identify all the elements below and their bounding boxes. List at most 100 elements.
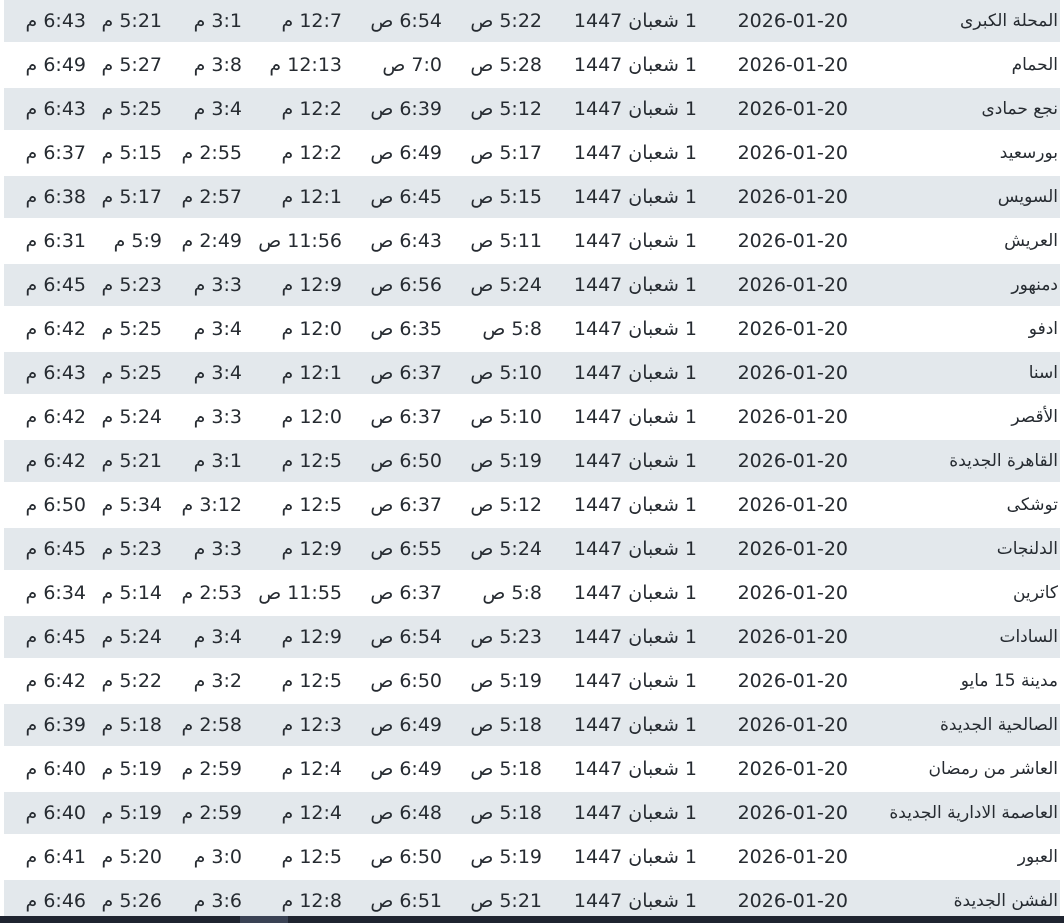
horizontal-scrollbar[interactable] xyxy=(0,916,1064,923)
fajr-time-cell: 5:17 ص xyxy=(470,142,542,164)
gregorian-date-cell: 2026-01-20 xyxy=(737,142,848,164)
city-name-cell[interactable]: الأقصر xyxy=(1011,396,1058,438)
isha-time-cell: 6:45 م xyxy=(25,538,86,560)
maghrib-time-cell: 5:23 م xyxy=(101,274,162,296)
city-name-cell[interactable]: اسنا xyxy=(1029,352,1058,394)
city-name-cell[interactable]: القاهرة الجديدة xyxy=(949,440,1058,482)
fajr-time-cell: 5:19 ص xyxy=(470,846,542,868)
isha-time-cell: 6:42 م xyxy=(25,318,86,340)
city-name-cell[interactable]: السادات xyxy=(999,616,1058,658)
city-name-cell[interactable]: توشكى xyxy=(1007,484,1058,526)
sunrise-time-cell: 6:45 ص xyxy=(370,186,442,208)
maghrib-time-cell: 5:24 م xyxy=(101,406,162,428)
dhuhr-time-cell: 12:1 م xyxy=(281,186,342,208)
dhuhr-time-cell: 12:0 م xyxy=(281,318,342,340)
maghrib-time-cell: 5:22 م xyxy=(101,670,162,692)
dhuhr-time-cell: 11:56 ص xyxy=(258,230,342,252)
city-name-cell[interactable]: الحمام xyxy=(1012,44,1058,86)
asr-time-cell: 3:3 م xyxy=(193,406,242,428)
hijri-date-cell: 1 شعبان 1447 xyxy=(573,626,697,648)
isha-time-cell: 6:49 م xyxy=(25,54,86,76)
hijri-date-cell: 1 شعبان 1447 xyxy=(573,318,697,340)
city-name-cell[interactable]: الصالحية الجديدة xyxy=(940,704,1058,746)
table-row: المحلة الكبرى 2026-01-20 1 شعبان 1447 5:22 … xyxy=(4,0,1060,42)
dhuhr-time-cell: 12:5 م xyxy=(281,494,342,516)
gregorian-date-cell: 2026-01-20 xyxy=(737,626,848,648)
gregorian-date-cell: 2026-01-20 xyxy=(737,274,848,296)
table-row: الدلنجات 2026-01-20 1 شعبان 1447 5:24 ص 6:55… xyxy=(4,528,1060,570)
city-name-cell[interactable]: بورسعيد xyxy=(1000,132,1058,174)
table-row: مدينة 15 مايو 2026-01-20 1 شعبان 1447 5:19 … xyxy=(4,660,1060,702)
gregorian-date-cell: 2026-01-20 xyxy=(737,362,848,384)
hijri-date-cell: 1 شعبان 1447 xyxy=(573,98,697,120)
gregorian-date-cell: 2026-01-20 xyxy=(737,538,848,560)
prayer-times-table: المحلة الكبرى 2026-01-20 1 شعبان 1447 5:22 … xyxy=(0,0,1064,923)
gregorian-date-cell: 2026-01-20 xyxy=(737,54,848,76)
asr-time-cell: 3:4 م xyxy=(193,98,242,120)
asr-time-cell: 3:3 م xyxy=(193,538,242,560)
dhuhr-time-cell: 12:2 م xyxy=(281,142,342,164)
maghrib-time-cell: 5:9 م xyxy=(113,230,162,252)
gregorian-date-cell: 2026-01-20 xyxy=(737,494,848,516)
fajr-time-cell: 5:10 ص xyxy=(470,362,542,384)
table-row: العاصمة الادارية الجديدة 2026-01-20 1 شعبا… xyxy=(4,792,1060,834)
maghrib-time-cell: 5:19 م xyxy=(101,758,162,780)
asr-time-cell: 3:4 م xyxy=(193,626,242,648)
city-name-cell[interactable]: نجع حمادى xyxy=(981,88,1058,130)
hijri-date-cell: 1 شعبان 1447 xyxy=(573,802,697,824)
city-name-cell[interactable]: المحلة الكبرى xyxy=(960,0,1058,42)
table-row: العبور 2026-01-20 1 شعبان 1447 5:19 ص 6:50 ص… xyxy=(4,836,1060,878)
sunrise-time-cell: 6:49 ص xyxy=(370,758,442,780)
isha-time-cell: 6:42 م xyxy=(25,406,86,428)
isha-time-cell: 6:40 م xyxy=(25,758,86,780)
table-row: توشكى 2026-01-20 1 شعبان 1447 5:12 ص 6:37 ص 1… xyxy=(4,484,1060,526)
gregorian-date-cell: 2026-01-20 xyxy=(737,10,848,32)
city-name-cell[interactable]: الدلنجات xyxy=(997,528,1058,570)
gregorian-date-cell: 2026-01-20 xyxy=(737,406,848,428)
hijri-date-cell: 1 شعبان 1447 xyxy=(573,846,697,868)
gregorian-date-cell: 2026-01-20 xyxy=(737,802,848,824)
city-name-cell[interactable]: ادفو xyxy=(1029,308,1058,350)
maghrib-time-cell: 5:14 م xyxy=(101,582,162,604)
maghrib-time-cell: 5:25 م xyxy=(101,98,162,120)
city-name-cell[interactable]: العبور xyxy=(1018,836,1058,878)
fajr-time-cell: 5:15 ص xyxy=(470,186,542,208)
hijri-date-cell: 1 شعبان 1447 xyxy=(573,10,697,32)
fajr-time-cell: 5:8 ص xyxy=(482,582,542,604)
table-row: كاترين 2026-01-20 1 شعبان 1447 5:8 ص 6:37 ص 1… xyxy=(4,572,1060,614)
asr-time-cell: 3:4 م xyxy=(193,362,242,384)
sunrise-time-cell: 6:48 ص xyxy=(370,802,442,824)
city-name-cell[interactable]: مدينة 15 مايو xyxy=(961,660,1058,702)
isha-time-cell: 6:34 م xyxy=(25,582,86,604)
maghrib-time-cell: 5:27 م xyxy=(101,54,162,76)
fajr-time-cell: 5:22 ص xyxy=(470,10,542,32)
city-name-cell[interactable]: دمنهور xyxy=(1011,264,1058,306)
maghrib-time-cell: 5:24 م xyxy=(101,626,162,648)
sunrise-time-cell: 6:37 ص xyxy=(370,406,442,428)
hijri-date-cell: 1 شعبان 1447 xyxy=(573,142,697,164)
scrollbar-thumb[interactable] xyxy=(240,916,288,923)
hijri-date-cell: 1 شعبان 1447 xyxy=(573,230,697,252)
isha-time-cell: 6:31 م xyxy=(25,230,86,252)
sunrise-time-cell: 6:49 ص xyxy=(370,142,442,164)
fajr-time-cell: 5:24 ص xyxy=(470,274,542,296)
dhuhr-time-cell: 11:55 ص xyxy=(258,582,342,604)
sunrise-time-cell: 6:54 ص xyxy=(370,10,442,32)
fajr-time-cell: 5:18 ص xyxy=(470,714,542,736)
sunrise-time-cell: 6:35 ص xyxy=(370,318,442,340)
table-row: السادات 2026-01-20 1 شعبان 1447 5:23 ص 6:54 … xyxy=(4,616,1060,658)
gregorian-date-cell: 2026-01-20 xyxy=(737,846,848,868)
isha-time-cell: 6:43 م xyxy=(25,362,86,384)
maghrib-time-cell: 5:20 م xyxy=(101,846,162,868)
asr-time-cell: 2:55 م xyxy=(181,142,242,164)
city-name-cell[interactable]: كاترين xyxy=(1013,572,1058,614)
hijri-date-cell: 1 شعبان 1447 xyxy=(573,406,697,428)
isha-time-cell: 6:38 م xyxy=(25,186,86,208)
city-name-cell[interactable]: العاصمة الادارية الجديدة xyxy=(889,792,1058,834)
city-name-cell[interactable]: العريش xyxy=(1004,220,1058,262)
city-name-cell[interactable]: السويس xyxy=(998,176,1058,218)
hijri-date-cell: 1 شعبان 1447 xyxy=(573,186,697,208)
isha-time-cell: 6:50 م xyxy=(25,494,86,516)
table-row: الحمام 2026-01-20 1 شعبان 1447 5:28 ص 7:0 ص 1… xyxy=(4,44,1060,86)
city-name-cell[interactable]: العاشر من رمضان xyxy=(929,748,1058,790)
